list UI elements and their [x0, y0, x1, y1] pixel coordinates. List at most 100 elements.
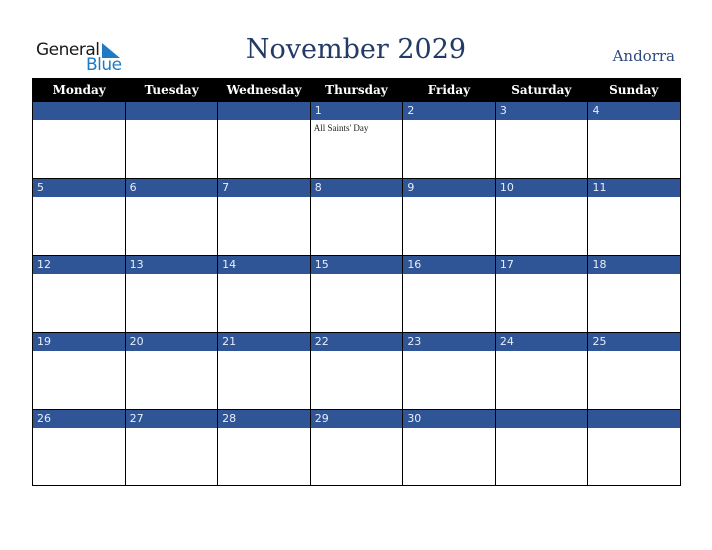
day-number-band: 4 — [588, 102, 681, 120]
day-number-band — [588, 410, 681, 428]
day-number-band — [33, 102, 125, 120]
day-number-band: 7 — [218, 179, 310, 197]
day-cell[interactable]: 8 — [309, 179, 403, 255]
day-number: 18 — [592, 258, 607, 271]
day-number: 7 — [222, 181, 230, 194]
day-number-band: 24 — [495, 333, 588, 351]
day-cell[interactable]: 22 — [309, 333, 403, 409]
week-row: 26 27 28 29 30 — [33, 409, 681, 486]
day-number: 10 — [499, 181, 514, 194]
day-cell[interactable]: 30 — [402, 410, 495, 486]
day-cell[interactable]: 4 — [587, 102, 681, 178]
day-cell[interactable]: 17 — [494, 256, 588, 332]
day-number-band — [125, 102, 218, 120]
day-number: 19 — [37, 335, 51, 348]
day-number: 17 — [499, 258, 514, 271]
day-number-band: 12 — [33, 256, 125, 274]
day-cell[interactable]: 26 — [33, 410, 125, 486]
day-number-band: 10 — [495, 179, 588, 197]
day-number-band: 13 — [125, 256, 218, 274]
day-number: 23 — [407, 335, 422, 348]
day-cell[interactable]: 5 — [33, 179, 125, 255]
day-cell[interactable] — [217, 102, 310, 178]
week-row: 5 6 7 8 9 10 11 — [33, 178, 681, 255]
day-cell[interactable]: 18 — [587, 256, 681, 332]
day-cell[interactable]: 9 — [402, 179, 495, 255]
day-number-band: 20 — [125, 333, 218, 351]
day-number: 11 — [592, 181, 607, 194]
week-row: 12 13 14 15 16 17 18 — [33, 255, 681, 332]
day-cell[interactable]: 11 — [587, 179, 681, 255]
day-number-band: 11 — [588, 179, 681, 197]
day-number: 20 — [129, 335, 144, 348]
day-number: 9 — [407, 181, 415, 194]
day-number: 27 — [129, 412, 144, 425]
day-number: 28 — [222, 412, 237, 425]
day-cell[interactable]: 24 — [494, 333, 588, 409]
day-number: 21 — [222, 335, 237, 348]
day-number-band: 21 — [218, 333, 310, 351]
day-number-band: 29 — [310, 410, 403, 428]
day-number: 22 — [314, 335, 329, 348]
day-number: 8 — [314, 181, 322, 194]
weekday-tuesday: Tuesday — [144, 83, 199, 97]
day-cell[interactable] — [33, 102, 125, 178]
day-number: 26 — [37, 412, 51, 425]
day-cell[interactable]: 7 — [217, 179, 310, 255]
day-cell[interactable]: 3 — [494, 102, 588, 178]
day-number: 25 — [592, 335, 607, 348]
day-cell[interactable]: 23 — [402, 333, 495, 409]
day-cell[interactable]: 19 — [33, 333, 125, 409]
day-number-band: 5 — [33, 179, 125, 197]
day-cell[interactable] — [587, 410, 681, 486]
day-cell[interactable] — [494, 410, 588, 486]
week-row: 19 20 21 22 23 24 25 — [33, 332, 681, 409]
calendar-grid: Monday Tuesday Wednesday Thursday Friday… — [32, 78, 681, 486]
day-number: 1 — [314, 104, 322, 117]
day-cell[interactable]: 2 — [402, 102, 495, 178]
day-number-band: 3 — [495, 102, 588, 120]
day-number-band: 25 — [588, 333, 681, 351]
day-cell[interactable]: 15 — [309, 256, 403, 332]
day-number: 29 — [314, 412, 329, 425]
day-number-band: 6 — [125, 179, 218, 197]
day-number: 16 — [407, 258, 422, 271]
day-number-band: 14 — [218, 256, 310, 274]
day-number-band: 8 — [310, 179, 403, 197]
day-cell[interactable]: 10 — [494, 179, 588, 255]
day-cell[interactable]: 6 — [124, 179, 218, 255]
day-number: 4 — [592, 104, 600, 117]
holiday-label: All Saints' Day — [313, 123, 369, 133]
country-label: Andorra — [612, 47, 675, 65]
day-cell[interactable]: 12 — [33, 256, 125, 332]
day-cell[interactable]: 16 — [402, 256, 495, 332]
day-number-band: 26 — [33, 410, 125, 428]
day-number: 2 — [407, 104, 415, 117]
day-number: 6 — [129, 181, 137, 194]
day-number: 30 — [407, 412, 422, 425]
day-number-band: 30 — [403, 410, 495, 428]
day-number-band: 22 — [310, 333, 403, 351]
day-cell[interactable]: 21 — [217, 333, 310, 409]
weekday-sunday: Sunday — [609, 83, 659, 97]
day-cell[interactable]: 25 — [587, 333, 681, 409]
week-row: 1 All Saints' Day 2 3 4 — [33, 101, 681, 178]
day-number: 15 — [314, 258, 329, 271]
day-cell[interactable]: 14 — [217, 256, 310, 332]
day-cell[interactable] — [124, 102, 218, 178]
day-number-band: 17 — [495, 256, 588, 274]
day-cell[interactable]: 29 — [309, 410, 403, 486]
day-number-band: 15 — [310, 256, 403, 274]
day-number: 13 — [129, 258, 144, 271]
day-cell[interactable]: 27 — [124, 410, 218, 486]
day-number-band: 9 — [403, 179, 495, 197]
weekday-wednesday: Wednesday — [226, 83, 302, 97]
day-number-band: 27 — [125, 410, 218, 428]
page-title: November 2029 — [245, 34, 467, 65]
day-cell[interactable]: 28 — [217, 410, 310, 486]
day-cell[interactable]: 13 — [124, 256, 218, 332]
day-cell[interactable]: 20 — [124, 333, 218, 409]
day-cell[interactable]: 1 All Saints' Day — [309, 102, 403, 178]
day-number-band: 18 — [588, 256, 681, 274]
day-number-band: 19 — [33, 333, 125, 351]
